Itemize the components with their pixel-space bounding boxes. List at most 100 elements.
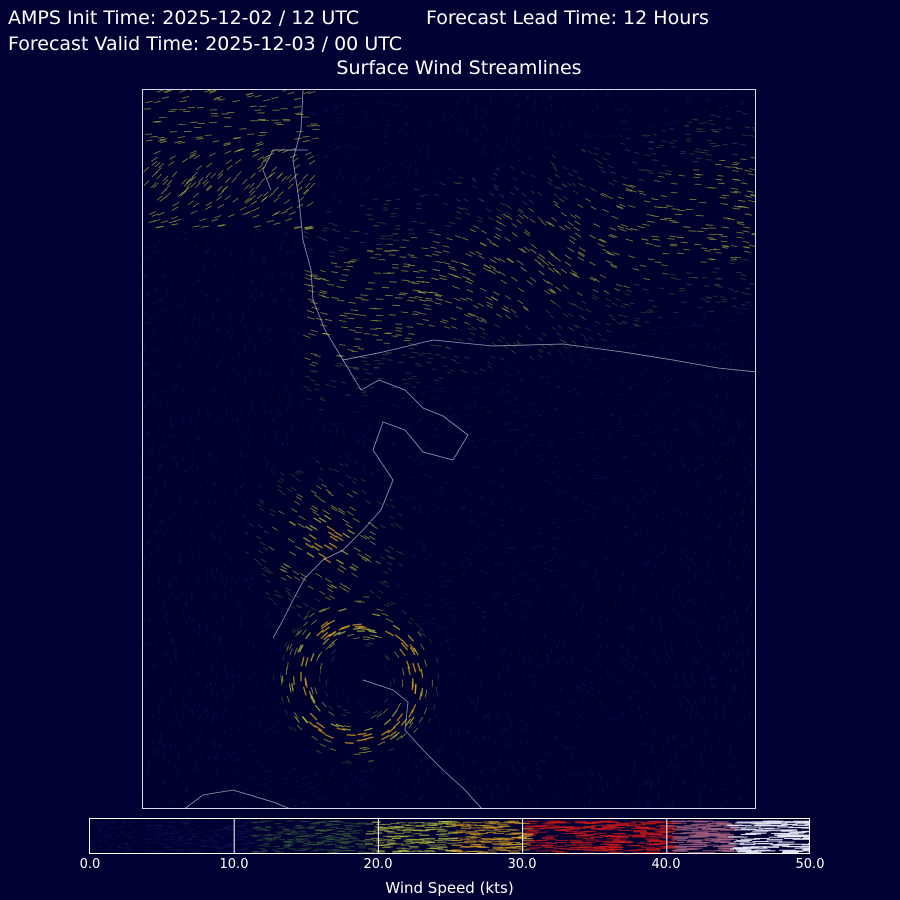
wind-streamline bbox=[343, 312, 352, 315]
wind-streamline bbox=[630, 515, 635, 519]
wind-streamline bbox=[428, 123, 432, 128]
wind-streamline bbox=[540, 705, 544, 709]
wind-streamline bbox=[415, 622, 420, 627]
wind-streamline bbox=[712, 441, 716, 447]
wind-streamline bbox=[421, 544, 426, 547]
wind-streamline bbox=[237, 372, 239, 377]
wind-streamline bbox=[513, 453, 518, 456]
wind-streamline bbox=[647, 532, 651, 536]
wind-streamline bbox=[641, 691, 645, 696]
wind-streamline bbox=[620, 224, 629, 228]
wind-streamline bbox=[549, 569, 554, 572]
wind-streamline bbox=[749, 168, 755, 171]
wind-streamline bbox=[685, 639, 688, 644]
wind-streamline bbox=[516, 388, 521, 391]
wind-streamline bbox=[608, 345, 614, 349]
wind-streamline bbox=[686, 393, 690, 398]
wind-streamline bbox=[605, 556, 609, 561]
wind-streamline bbox=[245, 351, 247, 357]
wind-streamline bbox=[162, 517, 166, 522]
wind-streamline bbox=[335, 701, 341, 706]
wind-streamline bbox=[442, 580, 447, 583]
wind-streamline bbox=[610, 382, 616, 385]
wind-streamline bbox=[149, 268, 154, 272]
wind-streamline bbox=[208, 456, 211, 461]
wind-streamline bbox=[285, 590, 291, 595]
wind-streamline bbox=[223, 491, 226, 496]
wind-streamline bbox=[415, 766, 417, 771]
wind-streamline bbox=[655, 395, 660, 399]
wind-streamline bbox=[457, 793, 460, 799]
wind-streamline bbox=[207, 713, 209, 718]
wind-streamline bbox=[343, 262, 351, 264]
wind-streamline bbox=[401, 162, 404, 167]
wind-streamline bbox=[288, 726, 293, 731]
wind-streamline bbox=[748, 571, 751, 577]
wind-streamline bbox=[403, 449, 408, 453]
wind-streamline bbox=[487, 216, 494, 221]
wind-streamline bbox=[616, 529, 621, 533]
wind-streamline bbox=[196, 465, 200, 470]
wind-streamline bbox=[583, 790, 586, 796]
wind-streamline bbox=[413, 270, 421, 273]
wind-streamline bbox=[316, 183, 321, 187]
wind-streamline bbox=[588, 135, 593, 139]
wind-streamline bbox=[388, 498, 394, 502]
wind-streamline bbox=[728, 561, 731, 566]
wind-streamline bbox=[728, 437, 731, 442]
wind-streamline bbox=[354, 798, 359, 802]
wind-streamline bbox=[145, 245, 150, 248]
wind-streamline bbox=[669, 501, 674, 506]
wind-streamline bbox=[189, 352, 193, 357]
wind-streamline bbox=[699, 762, 702, 768]
wind-streamline bbox=[673, 773, 676, 778]
wind-streamline bbox=[179, 529, 182, 534]
wind-streamline bbox=[467, 327, 474, 331]
wind-streamline bbox=[165, 192, 172, 198]
wind-streamline bbox=[726, 376, 729, 381]
wind-streamline bbox=[360, 534, 367, 540]
wind-streamline bbox=[221, 774, 226, 778]
wind-streamline bbox=[308, 430, 314, 433]
wind-streamline bbox=[556, 186, 563, 191]
wind-streamline bbox=[487, 610, 492, 613]
wind-streamline bbox=[734, 370, 736, 375]
wind-streamline bbox=[657, 317, 663, 319]
wind-streamline bbox=[358, 797, 362, 802]
wind-streamline bbox=[580, 681, 585, 685]
wind-streamline bbox=[409, 617, 415, 622]
wind-streamline bbox=[567, 351, 572, 356]
wind-streamline bbox=[470, 635, 475, 639]
wind-streamline bbox=[746, 507, 749, 512]
wind-streamline bbox=[194, 341, 197, 346]
wind-streamline bbox=[650, 785, 652, 791]
wind-streamline bbox=[383, 135, 388, 139]
wind-streamline bbox=[551, 704, 555, 709]
wind-streamline bbox=[515, 137, 518, 142]
wind-streamline bbox=[481, 512, 486, 516]
wind-streamline bbox=[687, 469, 691, 474]
wind-streamline bbox=[743, 717, 746, 722]
wind-streamline bbox=[275, 763, 280, 767]
wind-streamline bbox=[652, 733, 655, 738]
wind-streamline bbox=[711, 454, 714, 459]
wind-streamline bbox=[554, 552, 559, 555]
wind-streamline bbox=[307, 585, 314, 590]
wind-streamline bbox=[687, 344, 691, 349]
wind-streamline bbox=[721, 247, 729, 249]
wind-streamline bbox=[194, 427, 197, 432]
wind-streamline bbox=[593, 295, 599, 299]
wind-streamline bbox=[378, 468, 383, 471]
wind-streamline bbox=[157, 739, 159, 744]
wind-streamline bbox=[197, 177, 204, 183]
wind-streamline bbox=[636, 420, 642, 423]
wind-streamline bbox=[241, 513, 246, 517]
wind-streamline bbox=[754, 677, 755, 680]
wind-streamline bbox=[559, 123, 563, 129]
wind-streamline bbox=[399, 648, 406, 657]
wind-streamline bbox=[204, 205, 212, 210]
wind-streamline bbox=[158, 697, 162, 702]
wind-streamline bbox=[242, 178, 248, 185]
wind-streamline bbox=[705, 386, 709, 391]
wind-streamline bbox=[253, 453, 256, 459]
